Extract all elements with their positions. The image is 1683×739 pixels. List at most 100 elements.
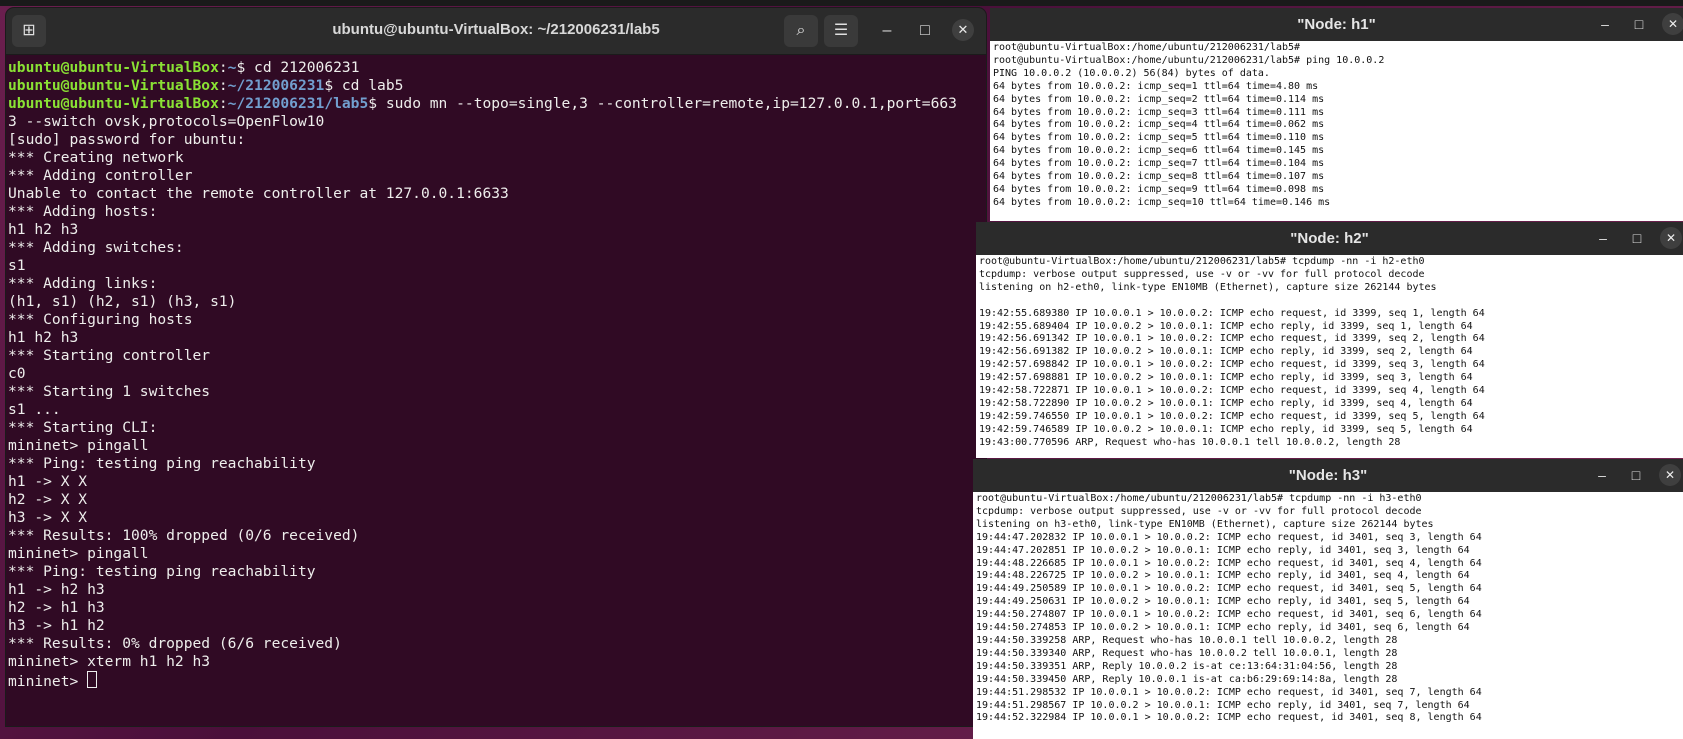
h2-output-line: 19:42:58.722890 IP 10.0.0.2 > 10.0.0.1: … bbox=[979, 397, 1473, 409]
h1-output-line: 64 bytes from 10.0.0.2: icmp_seq=8 ttl=6… bbox=[993, 171, 1325, 183]
h2-minimize-button[interactable]: – bbox=[1592, 227, 1614, 249]
terminal-output-line: *** Starting controller bbox=[8, 347, 211, 364]
terminal-window[interactable]: ⊞ ubuntu@ubuntu-VirtualBox: ~/212006231/… bbox=[6, 8, 986, 726]
h2-output-line: 19:42:55.689404 IP 10.0.0.2 > 10.0.0.1: … bbox=[979, 320, 1473, 332]
prompt-colon: : bbox=[218, 95, 228, 112]
hamburger-menu-icon: ☰ bbox=[833, 22, 849, 39]
prompt-user: ubuntu@ubuntu-VirtualBox bbox=[8, 77, 219, 94]
h1-output-line: root@ubuntu-VirtualBox:/home/ubuntu/2120… bbox=[993, 42, 1301, 53]
h2-output-line: 19:42:55.689380 IP 10.0.0.1 > 10.0.0.2: … bbox=[979, 307, 1485, 319]
h1-close-button[interactable]: ✕ bbox=[1662, 13, 1683, 35]
terminal-output-line: h3 -> X X bbox=[8, 509, 88, 526]
h3-output-line: 19:44:47.202832 IP 10.0.0.1 > 10.0.0.2: … bbox=[976, 531, 1482, 543]
terminal-output-line: h3 -> h1 h2 bbox=[8, 617, 105, 634]
h1-output-line: 64 bytes from 10.0.0.2: icmp_seq=5 ttl=6… bbox=[993, 132, 1325, 144]
minimize-button[interactable]: – bbox=[874, 18, 900, 44]
terminal-output-line: *** Adding hosts: bbox=[8, 203, 158, 220]
terminal-output-line: mininet> pingall bbox=[8, 437, 149, 454]
h3-close-button[interactable]: ✕ bbox=[1659, 464, 1681, 486]
text-cursor bbox=[87, 671, 98, 688]
h3-output-line: 19:44:50.339340 ARP, Request who-has 10.… bbox=[976, 647, 1398, 659]
terminal-output-line: mininet> pingall bbox=[8, 545, 149, 562]
xterm-h3-window[interactable]: "Node: h3" – □ ✕ root@ubuntu-VirtualBox:… bbox=[973, 459, 1683, 739]
terminal-output-line: Unable to contact the remote controller … bbox=[8, 185, 509, 202]
terminal-output-line: 3 --switch ovsk,protocols=OpenFlow10 bbox=[8, 113, 325, 130]
terminal-output-line: h2 -> X X bbox=[8, 491, 88, 508]
terminal-output-line: *** Ping: testing ping reachability bbox=[8, 563, 316, 580]
h1-output-line: 64 bytes from 10.0.0.2: icmp_seq=1 ttl=6… bbox=[993, 80, 1319, 92]
h1-minimize-button[interactable]: – bbox=[1594, 13, 1616, 35]
h2-output-line: tcpdump: verbose output suppressed, use … bbox=[979, 268, 1425, 280]
terminal-output-line: *** Adding controller bbox=[8, 167, 193, 184]
prompt-colon: : bbox=[218, 59, 228, 76]
h2-output-line: 19:42:56.691382 IP 10.0.0.2 > 10.0.0.1: … bbox=[979, 346, 1473, 358]
terminal-output-line: h2 -> h1 h3 bbox=[8, 599, 105, 616]
xterm-h2-window[interactable]: "Node: h2" – □ ✕ root@ubuntu-VirtualBox:… bbox=[976, 222, 1683, 458]
search-button[interactable]: ⌕ bbox=[784, 15, 818, 47]
terminal-output-line: *** Adding links: bbox=[8, 275, 158, 292]
terminal-output-line: s1 ... bbox=[8, 401, 61, 418]
h2-output-line: 19:42:59.746589 IP 10.0.0.2 > 10.0.0.1: … bbox=[979, 423, 1473, 435]
prompt-path: ~/212006231 bbox=[227, 77, 325, 94]
terminal-output-line: h1 -> X X bbox=[8, 473, 88, 490]
terminal-output-line: h1 h2 h3 bbox=[8, 221, 79, 238]
h3-output-line: 19:44:51.298532 IP 10.0.0.1 > 10.0.0.2: … bbox=[976, 686, 1482, 698]
prompt-colon: : bbox=[218, 77, 228, 94]
h1-output-line: 64 bytes from 10.0.0.2: icmp_seq=9 ttl=6… bbox=[993, 183, 1325, 195]
h1-output-line: PING 10.0.0.2 (10.0.0.2) 56(84) bytes of… bbox=[993, 67, 1270, 79]
h2-output-line bbox=[979, 295, 1683, 308]
h2-output-line: 19:42:58.722871 IP 10.0.0.1 > 10.0.0.2: … bbox=[979, 385, 1485, 397]
h1-output-line: 64 bytes from 10.0.0.2: icmp_seq=10 ttl=… bbox=[993, 196, 1331, 208]
h3-output-line: 19:44:52.322984 IP 10.0.0.1 > 10.0.0.2: … bbox=[976, 712, 1482, 724]
terminal-output-line: *** Starting 1 switches bbox=[8, 383, 211, 400]
h2-output-line: listening on h2-eth0, link-type EN10MB (… bbox=[979, 281, 1437, 293]
terminal-output-line: *** Starting CLI: bbox=[8, 419, 158, 436]
prompt-user: ubuntu@ubuntu-VirtualBox bbox=[8, 59, 219, 76]
h3-output-line: 19:44:51.298567 IP 10.0.0.2 > 10.0.0.1: … bbox=[976, 699, 1470, 711]
terminal-output-line: (h1, s1) (h2, s1) (h3, s1) bbox=[8, 293, 237, 310]
terminal-output-line: c0 bbox=[8, 365, 26, 382]
xterm-h1-output[interactable]: root@ubuntu-VirtualBox:/home/ubuntu/2120… bbox=[990, 41, 1683, 210]
terminal-output-line: *** Configuring hosts bbox=[8, 311, 193, 328]
terminal-output-line: *** Results: 100% dropped (0/6 received) bbox=[8, 527, 360, 544]
prompt-command: $ cd lab5 bbox=[324, 77, 404, 94]
h3-minimize-button[interactable]: – bbox=[1591, 464, 1613, 486]
h2-output-line: 19:42:57.698842 IP 10.0.0.1 > 10.0.0.2: … bbox=[979, 359, 1485, 371]
h3-output-line: tcpdump: verbose output suppressed, use … bbox=[976, 505, 1422, 517]
xterm-h1-window[interactable]: "Node: h1" – □ ✕ root@ubuntu-VirtualBox:… bbox=[990, 8, 1683, 221]
terminal-output-line: [sudo] password for ubuntu: bbox=[8, 131, 246, 148]
terminal-prompt-line: ubuntu@ubuntu-VirtualBox:~$ cd 212006231 bbox=[8, 59, 986, 77]
h3-output-line: 19:44:49.250589 IP 10.0.0.1 > 10.0.0.2: … bbox=[976, 583, 1482, 595]
terminal-output-line: *** Results: 0% dropped (6/6 received) bbox=[8, 635, 342, 652]
xterm-h2-output[interactable]: root@ubuntu-VirtualBox:/home/ubuntu/2120… bbox=[976, 255, 1683, 450]
terminal-output-line: *** Ping: testing ping reachability bbox=[8, 455, 316, 472]
terminal-header: ⊞ ubuntu@ubuntu-VirtualBox: ~/212006231/… bbox=[6, 8, 986, 55]
h2-output-line: 19:42:57.698881 IP 10.0.0.2 > 10.0.0.1: … bbox=[979, 372, 1473, 384]
h3-output-line: root@ubuntu-VirtualBox:/home/ubuntu/2120… bbox=[976, 493, 1422, 504]
maximize-button[interactable]: □ bbox=[912, 18, 938, 44]
h3-output-line: 19:44:50.274807 IP 10.0.0.1 > 10.0.0.2: … bbox=[976, 609, 1482, 621]
h2-maximize-button[interactable]: □ bbox=[1626, 227, 1648, 249]
terminal-output[interactable]: ubuntu@ubuntu-VirtualBox:~$ cd 212006231… bbox=[6, 55, 986, 691]
h3-output-line: 19:44:48.226725 IP 10.0.0.2 > 10.0.0.1: … bbox=[976, 570, 1470, 582]
terminal-current-prompt[interactable]: mininet> bbox=[8, 671, 986, 691]
xterm-h1-header: "Node: h1" – □ ✕ bbox=[990, 8, 1683, 41]
prompt-command: $ sudo mn --topo=single,3 --controller=r… bbox=[368, 95, 957, 112]
close-icon: ✕ bbox=[957, 22, 969, 37]
close-button[interactable]: ✕ bbox=[952, 19, 974, 41]
h3-output-line: 19:44:49.250631 IP 10.0.0.2 > 10.0.0.1: … bbox=[976, 596, 1470, 608]
h2-output-line: 19:43:00.770596 ARP, Request who-has 10.… bbox=[979, 436, 1401, 448]
h3-maximize-button[interactable]: □ bbox=[1625, 464, 1647, 486]
h2-close-button[interactable]: ✕ bbox=[1660, 227, 1682, 249]
terminal-output-line: h1 h2 h3 bbox=[8, 329, 79, 346]
h2-output-line: 19:42:59.746550 IP 10.0.0.1 > 10.0.0.2: … bbox=[979, 410, 1485, 422]
xterm-h3-header: "Node: h3" – □ ✕ bbox=[973, 459, 1683, 492]
xterm-h1-title: "Node: h1" bbox=[1297, 16, 1376, 33]
h3-output-line: 19:44:50.339450 ARP, Reply 10.0.0.1 is-a… bbox=[976, 673, 1398, 685]
terminal-prompt-line: ubuntu@ubuntu-VirtualBox:~/212006231/lab… bbox=[8, 95, 986, 113]
xterm-h3-output[interactable]: root@ubuntu-VirtualBox:/home/ubuntu/2120… bbox=[973, 492, 1683, 725]
h3-output-line: 19:44:48.226685 IP 10.0.0.1 > 10.0.0.2: … bbox=[976, 557, 1482, 569]
h1-maximize-button[interactable]: □ bbox=[1628, 13, 1650, 35]
menu-button[interactable]: ☰ bbox=[824, 15, 858, 47]
terminal-output-line: mininet> xterm h1 h2 h3 bbox=[8, 653, 211, 670]
